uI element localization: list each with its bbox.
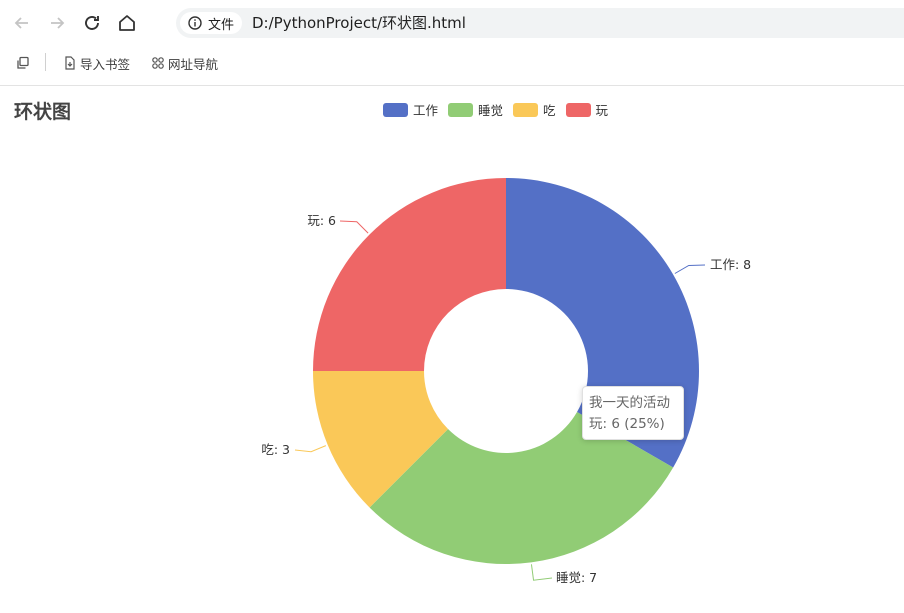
slice-label: 吃: 3 (261, 442, 290, 457)
donut-chart: 工作: 8 睡觉: 7 吃: 3 玩: 6 (261, 178, 751, 585)
leader-line (674, 264, 706, 274)
slice-label: 睡觉: 7 (556, 570, 597, 585)
leader-line (294, 445, 327, 453)
tooltip-title: 我一天的活动 (589, 395, 670, 411)
leader-line (530, 564, 553, 581)
tooltip-text: 玩: 6 (25%) (589, 416, 665, 432)
slice-play[interactable] (313, 178, 506, 371)
leader-line (339, 220, 369, 234)
chart-tooltip: 我一天的活动 玩: 6 (25%) (582, 386, 684, 440)
slice-label: 玩: 6 (307, 213, 336, 228)
slice-label: 工作: 8 (710, 257, 751, 272)
